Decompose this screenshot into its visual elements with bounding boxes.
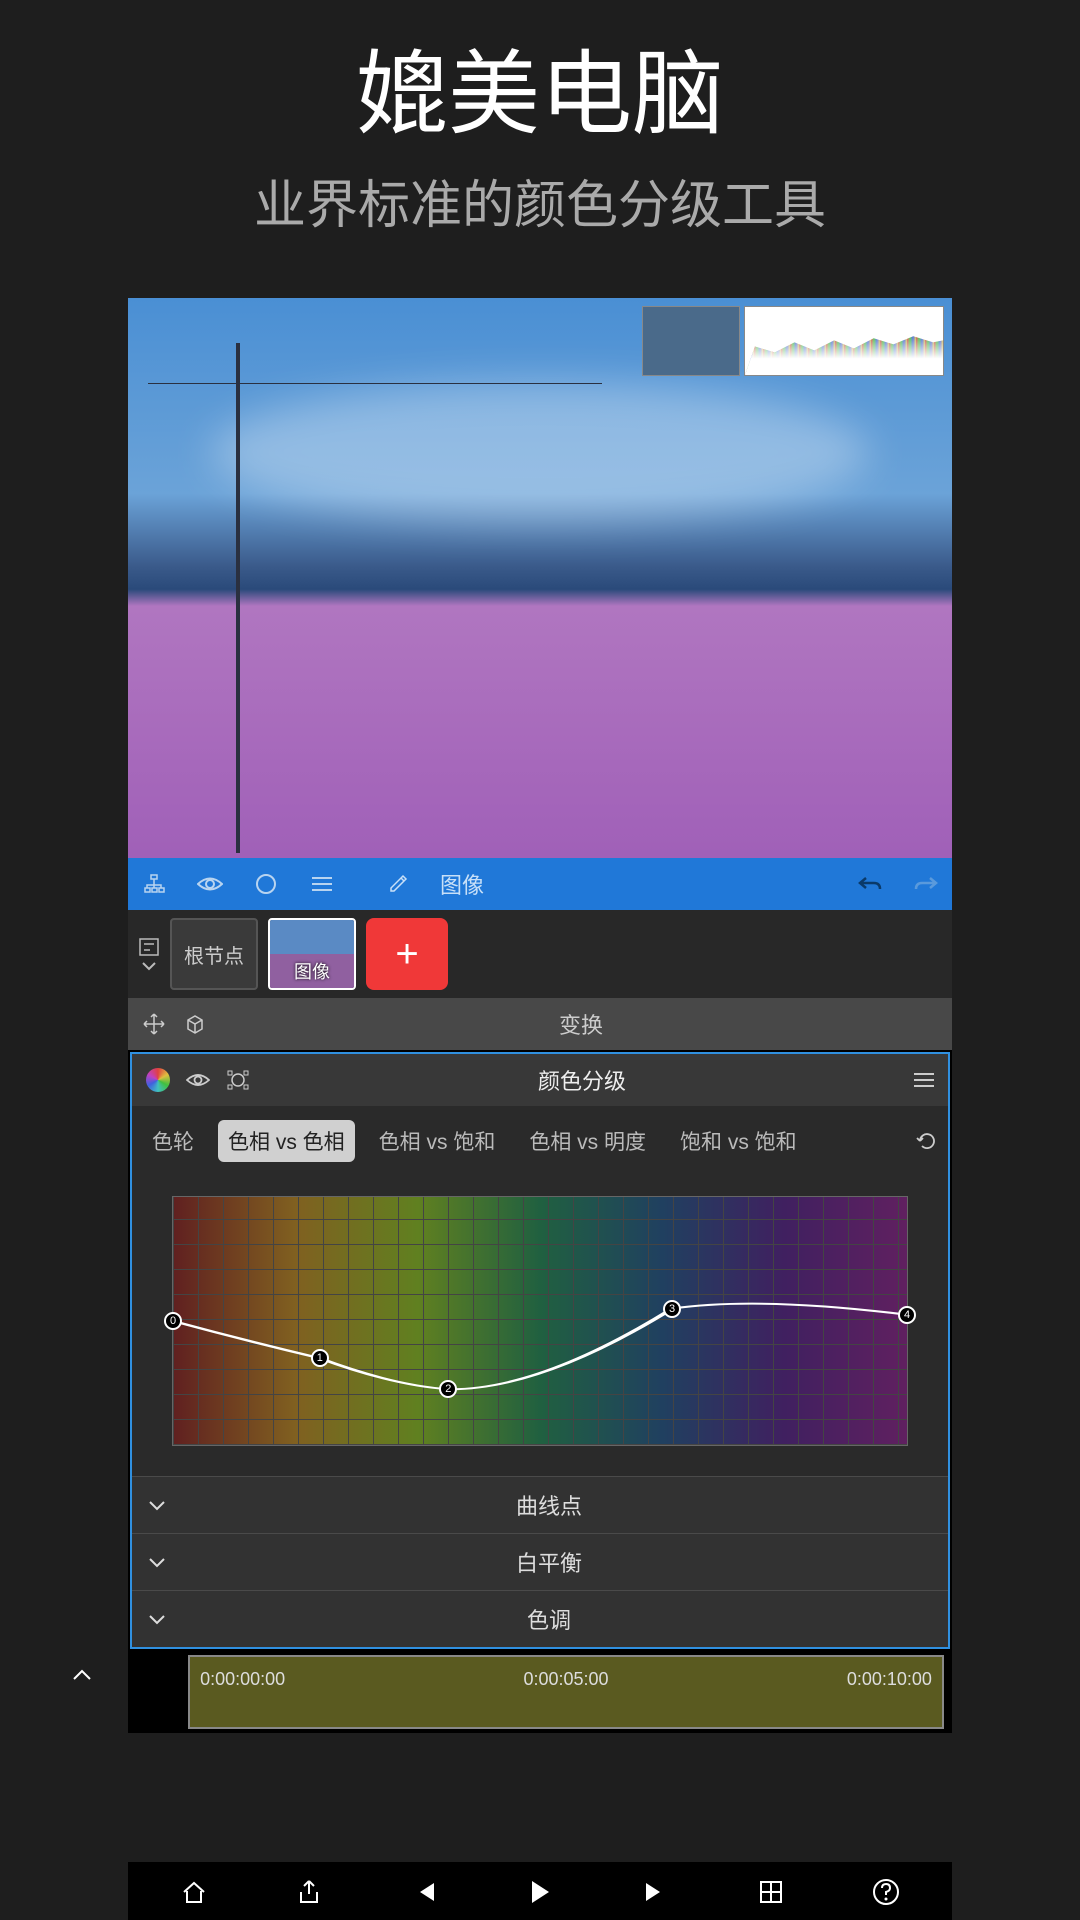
app-window: 图像 根节点 图像 + 变换 颜色分级 色轮 色相 vs 色相 色相	[128, 298, 952, 1733]
tab-hue-vs-sat[interactable]: 色相 vs 饱和	[369, 1120, 506, 1162]
visibility-icon[interactable]	[196, 870, 224, 898]
timeline-tick-2: 0:00:10:00	[847, 1669, 932, 1690]
preview-thumbnail[interactable]	[642, 306, 740, 376]
curve-point-3[interactable]: 3	[663, 1300, 681, 1318]
tab-sat-vs-sat[interactable]: 饱和 vs 饱和	[670, 1120, 807, 1162]
panel-title: 颜色分级	[266, 1064, 898, 1096]
timeline[interactable]: 0:00:00:00 0:00:05:00 0:00:10:00	[128, 1655, 952, 1733]
properties-icon[interactable]	[138, 937, 160, 957]
chevron-down-icon	[148, 1500, 166, 1511]
visibility-icon[interactable]	[186, 1072, 210, 1088]
play-icon[interactable]	[522, 1874, 558, 1910]
curve-point-0[interactable]: 0	[164, 1312, 182, 1330]
undo-icon[interactable]	[856, 870, 884, 898]
promo-subtitle: 业界标准的颜色分级工具	[0, 163, 1080, 238]
share-icon[interactable]	[291, 1874, 327, 1910]
video-preview[interactable]	[128, 298, 952, 858]
home-icon[interactable]	[176, 1874, 212, 1910]
timeline-tick-0: 0:00:00:00	[200, 1669, 285, 1690]
transform-row: 变换	[128, 998, 952, 1050]
toolbar-main: 图像	[128, 858, 952, 910]
promo-title: 媲美电脑	[0, 20, 1080, 153]
curve-type-tabs: 色轮 色相 vs 色相 色相 vs 饱和 色相 vs 明度 饱和 vs 饱和	[132, 1106, 948, 1176]
node-image[interactable]: 图像	[268, 918, 356, 990]
tab-hue-vs-hue[interactable]: 色相 vs 色相	[218, 1120, 355, 1162]
help-icon[interactable]	[868, 1874, 904, 1910]
curve-editor[interactable]: 0 1 2 3 4	[132, 1176, 948, 1476]
grid-icon[interactable]	[753, 1874, 789, 1910]
tab-hue-vs-lum[interactable]: 色相 vs 明度	[519, 1120, 656, 1162]
curve-point-4[interactable]: 4	[898, 1306, 916, 1324]
menu-icon[interactable]	[308, 870, 336, 898]
histogram-scope[interactable]	[744, 306, 944, 376]
refresh-icon[interactable]	[916, 1130, 938, 1152]
node-root[interactable]: 根节点	[170, 918, 258, 990]
chevron-down-icon	[148, 1614, 166, 1625]
move-icon[interactable]	[142, 1012, 166, 1036]
circle-icon[interactable]	[252, 870, 280, 898]
skip-forward-icon[interactable]	[637, 1874, 673, 1910]
edit-icon[interactable]	[384, 870, 412, 898]
tab-color-wheels[interactable]: 色轮	[142, 1120, 204, 1162]
edit-mode-label: 图像	[440, 868, 484, 900]
nodes-icon[interactable]	[140, 870, 168, 898]
expand-tone[interactable]: 色调	[132, 1590, 948, 1647]
cube-icon[interactable]	[184, 1013, 206, 1035]
bottom-nav	[128, 1862, 952, 1920]
expand-white-balance[interactable]: 白平衡	[132, 1533, 948, 1590]
color-grade-panel: 颜色分级 色轮 色相 vs 色相 色相 vs 饱和 色相 vs 明度 饱和 vs…	[130, 1052, 950, 1649]
chevron-down-icon[interactable]	[141, 961, 157, 971]
expand-curve-points[interactable]: 曲线点	[132, 1476, 948, 1533]
chevron-down-icon	[148, 1557, 166, 1568]
promo-header: 媲美电脑 业界标准的颜色分级工具	[0, 0, 1080, 268]
transform-label: 变换	[224, 1008, 938, 1040]
node-tree-row: 根节点 图像 +	[128, 910, 952, 998]
curve-point-1[interactable]: 1	[311, 1349, 329, 1367]
mask-icon[interactable]	[226, 1069, 250, 1091]
redo-icon[interactable]	[912, 870, 940, 898]
curve-point-2[interactable]: 2	[439, 1380, 457, 1398]
chevron-up-icon[interactable]	[72, 1669, 92, 1681]
timeline-tick-1: 0:00:05:00	[523, 1669, 608, 1690]
skip-back-icon[interactable]	[407, 1874, 443, 1910]
color-wheel-icon[interactable]	[146, 1068, 170, 1092]
add-node-button[interactable]: +	[366, 918, 448, 990]
panel-menu-icon[interactable]	[914, 1072, 934, 1088]
